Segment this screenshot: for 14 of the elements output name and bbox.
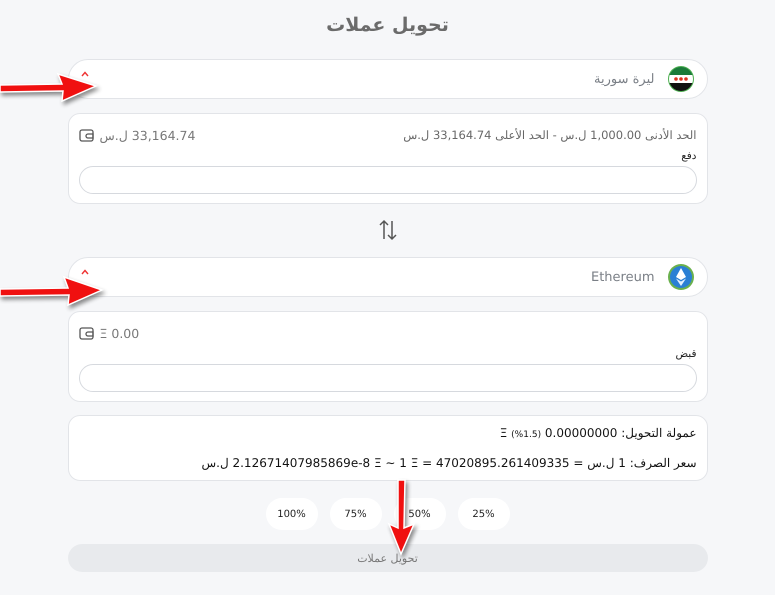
currency-name: Ethereum [590, 270, 654, 284]
page-title: تحويل عملات [325, 14, 450, 36]
percent-button[interactable]: 25% [458, 498, 510, 530]
currency-name: ليرة سورية [594, 72, 654, 86]
percent-button[interactable]: 100% [266, 498, 318, 530]
currency-selector[interactable]: Ethereum [68, 257, 708, 297]
balance-text: Ξ 0.00 [100, 326, 140, 340]
field-label: قبض [675, 348, 696, 360]
percent-button[interactable]: 75% [330, 498, 382, 530]
rate-text: سعر الصرف: 1 ل.س = 2.12671407985869e-8 Ξ ~ 1 Ξ = 47020895.261409335 ل.س [200, 456, 696, 470]
limits-text: الحد الأدنى 1,000.00 ل.س - الحد الأعلى 33,164.74 ل.س [403, 128, 696, 142]
balance-text: 33,164.74 ل.س [100, 128, 196, 142]
currency-selector[interactable]: ليرة سورية [68, 59, 708, 99]
field-label: دفع [681, 150, 696, 162]
